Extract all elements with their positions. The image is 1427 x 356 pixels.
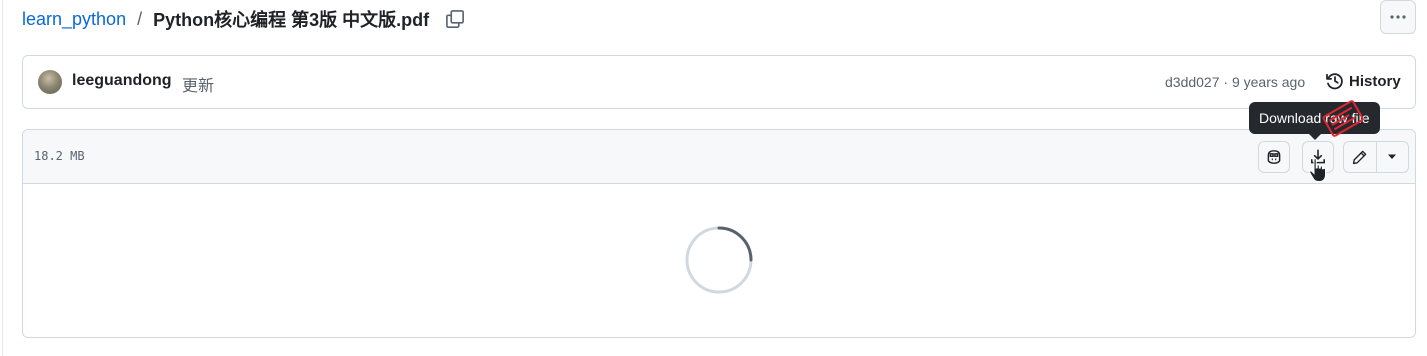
- copilot-icon: [1267, 150, 1281, 164]
- copy-path-button[interactable]: [443, 7, 467, 31]
- edit-file-button[interactable]: [1344, 142, 1376, 172]
- breadcrumb-repo-link[interactable]: learn_python: [22, 9, 126, 30]
- stamp-watermark-icon: [1322, 100, 1364, 137]
- commit-sha-and-time[interactable]: d3dd027 · 9 years ago: [1165, 74, 1305, 90]
- latest-commit-box: leeguandong 更新 d3dd027 · 9 years ago His…: [22, 55, 1416, 109]
- edit-button-group: [1343, 141, 1409, 173]
- file-size: 18.2 MB: [34, 149, 85, 163]
- commit-author-link[interactable]: leeguandong: [72, 72, 172, 90]
- triangle-down-icon: [1388, 154, 1397, 159]
- avatar[interactable]: [38, 70, 62, 94]
- file-viewer: 18.2 MB: [22, 129, 1416, 338]
- history-button[interactable]: History: [1325, 71, 1401, 91]
- history-label: History: [1349, 72, 1401, 90]
- breadcrumb: learn_python / Python核心编程 第3版 中文版.pdf: [22, 6, 467, 32]
- more-options-button[interactable]: [1380, 0, 1416, 34]
- file-header: 18.2 MB: [23, 130, 1415, 184]
- loading-spinner-icon: [685, 226, 753, 294]
- commit-message[interactable]: 更新: [182, 72, 214, 96]
- copy-icon: [446, 10, 465, 28]
- hand-cursor-icon: [1309, 158, 1326, 182]
- more-edit-options-button[interactable]: [1375, 142, 1409, 172]
- page-left-border: [2, 0, 3, 356]
- copilot-button[interactable]: [1258, 141, 1290, 173]
- breadcrumb-file-name: Python核心编程 第3版 中文版.pdf: [153, 10, 430, 30]
- kebab-horizontal-icon: [1390, 15, 1406, 19]
- breadcrumb-separator: /: [137, 8, 143, 29]
- pencil-icon: [1353, 150, 1367, 164]
- history-icon: [1326, 73, 1343, 90]
